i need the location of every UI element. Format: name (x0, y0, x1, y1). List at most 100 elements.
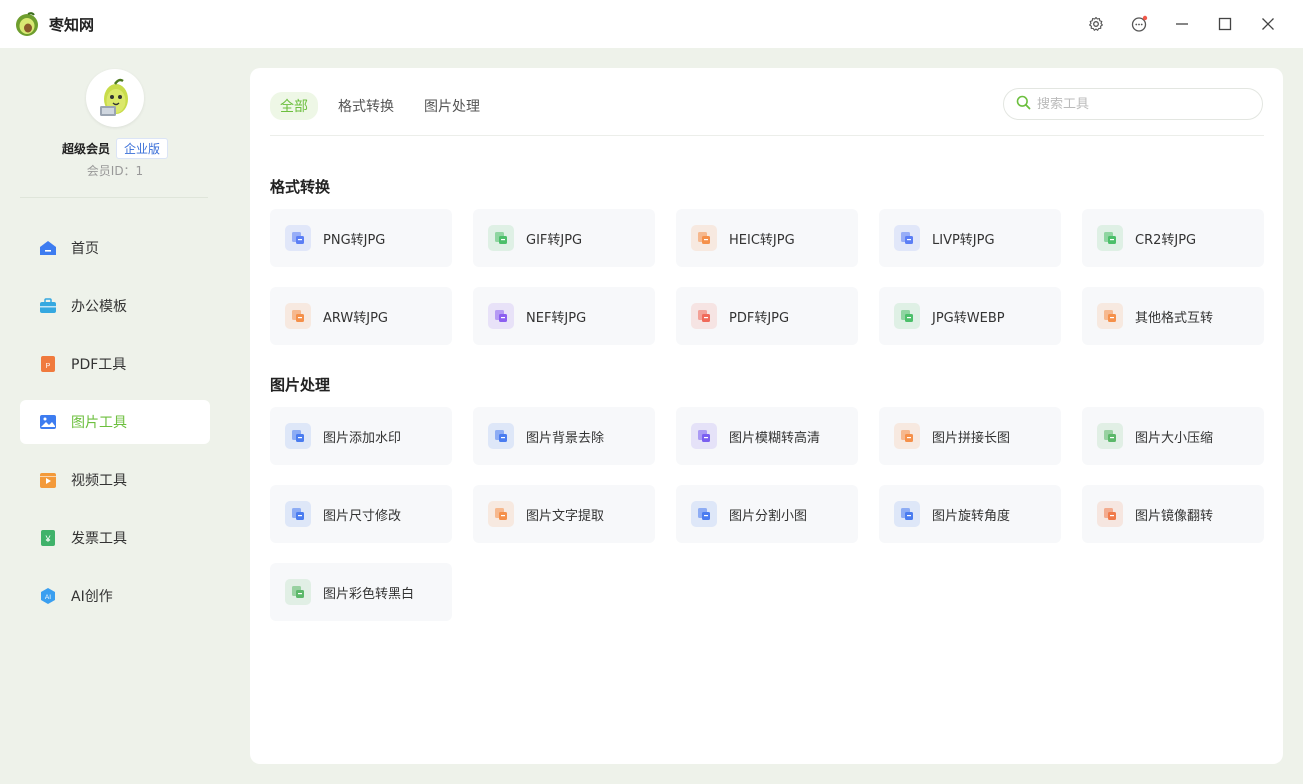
svg-text:AI: AI (45, 594, 51, 601)
tabs-divider (270, 135, 1264, 136)
tool-card-resize[interactable]: 图片尺寸修改 (270, 485, 452, 543)
tool-card-arw-to-jpg[interactable]: ARW转JPG (270, 287, 452, 345)
tool-card-compress[interactable]: 图片大小压缩 (1082, 407, 1264, 465)
invoice-icon: ¥ (38, 528, 58, 548)
video-icon (38, 470, 58, 490)
compress-icon (1097, 423, 1123, 449)
image-icon (38, 412, 58, 432)
rotate-icon (894, 501, 920, 527)
tool-card-heic-to-jpg[interactable]: HEIC转JPG (676, 209, 858, 267)
tool-card-rotate[interactable]: 图片旋转角度 (879, 485, 1061, 543)
enhance-icon (691, 423, 717, 449)
tool-card-label: 图片背景去除 (526, 430, 605, 446)
tool-card-label: ARW转JPG (323, 310, 389, 326)
message-icon[interactable] (1125, 10, 1153, 38)
tool-card-label: 图片分割小图 (729, 508, 808, 524)
tool-card-label: CR2转JPG (1135, 232, 1197, 248)
main-panel: 全部 格式转换 图片处理 格式转换 PNG转JPG GIF转JPG HEIC转JPG… (250, 68, 1283, 764)
tool-card-label: PNG转JPG (323, 232, 386, 248)
png-to-jpg-icon (285, 225, 311, 251)
ai-icon: AI (38, 586, 58, 606)
sidebar: 超级会员 企业版 会员ID：1 首页办公模板 P PDF工具图片工具视频工具 ¥ 发票工… (0, 48, 230, 784)
tool-card-ocr[interactable]: 图片文字提取 (473, 485, 655, 543)
minimize-icon[interactable] (1168, 10, 1196, 38)
remove-background-icon (488, 423, 514, 449)
member-info: 超级会员 企业版 (0, 138, 230, 159)
tool-card-nef-to-jpg[interactable]: NEF转JPG (473, 287, 655, 345)
tool-card-label: NEF转JPG (526, 310, 587, 326)
avatar[interactable] (86, 69, 144, 127)
resize-icon (285, 501, 311, 527)
tool-card-stitch[interactable]: 图片拼接长图 (879, 407, 1061, 465)
tab-image-process[interactable]: 图片处理 (414, 92, 490, 120)
heic-to-jpg-icon (691, 225, 717, 251)
tool-card-enhance[interactable]: 图片模糊转高清 (676, 407, 858, 465)
tool-card-label: 图片镜像翻转 (1135, 508, 1214, 524)
tool-card-watermark[interactable]: 图片添加水印 (270, 407, 452, 465)
sidebar-item-ai[interactable]: AI AI创作 (20, 574, 210, 618)
tool-card-jpg-to-webp[interactable]: JPG转WEBP (879, 287, 1061, 345)
svg-text:¥: ¥ (44, 534, 51, 544)
nef-to-jpg-icon (488, 303, 514, 329)
livp-to-jpg-icon (894, 225, 920, 251)
sidebar-item-pdf[interactable]: P PDF工具 (20, 342, 210, 386)
tool-card-livp-to-jpg[interactable]: LIVP转JPG (879, 209, 1061, 267)
tool-card-remove-background[interactable]: 图片背景去除 (473, 407, 655, 465)
section-title-image: 图片处理 (270, 376, 331, 394)
pdf-icon: P (38, 354, 58, 374)
pdf-to-jpg-icon (691, 303, 717, 329)
tab-format-convert[interactable]: 格式转换 (328, 92, 404, 120)
tool-card-gif-to-jpg[interactable]: GIF转JPG (473, 209, 655, 267)
tool-card-label: 图片旋转角度 (932, 508, 1011, 524)
mirror-icon (1097, 501, 1123, 527)
tool-card-mirror[interactable]: 图片镜像翻转 (1082, 485, 1264, 543)
jpg-to-webp-icon (894, 303, 920, 329)
tool-card-grayscale[interactable]: 图片彩色转黑白 (270, 563, 452, 621)
member-id: 会员ID：1 (86, 164, 144, 178)
format-convert-icon (1097, 303, 1123, 329)
home-icon (38, 238, 58, 258)
gear-icon[interactable] (1082, 10, 1110, 38)
tool-card-label: JPG转WEBP (932, 310, 1005, 326)
sidebar-item-label: AI创作 (71, 589, 113, 605)
maximize-icon[interactable] (1211, 10, 1239, 38)
close-icon[interactable] (1254, 10, 1282, 38)
sidebar-item-label: PDF工具 (71, 357, 127, 373)
sidebar-item-image[interactable]: 图片工具 (20, 400, 210, 444)
sidebar-item-label: 首页 (71, 241, 99, 257)
sidebar-item-video[interactable]: 视频工具 (20, 458, 210, 502)
tool-card-format-convert[interactable]: 其他格式互转 (1082, 287, 1264, 345)
tab-bar: 全部 格式转换 图片处理 (270, 92, 500, 120)
tool-card-label: 图片模糊转高清 (729, 430, 821, 446)
search-input[interactable] (1037, 96, 1247, 112)
ocr-icon (488, 501, 514, 527)
sidebar-divider (20, 197, 208, 198)
tool-card-label: 图片拼接长图 (932, 430, 1011, 446)
sidebar-item-label: 视频工具 (71, 473, 127, 489)
tool-card-split[interactable]: 图片分割小图 (676, 485, 858, 543)
tool-card-pdf-to-jpg[interactable]: PDF转JPG (676, 287, 858, 345)
tool-card-label: GIF转JPG (526, 232, 583, 248)
tool-card-cr2-to-jpg[interactable]: CR2转JPG (1082, 209, 1264, 267)
sidebar-item-label: 办公模板 (71, 299, 127, 315)
title-bar: 枣知网 (0, 0, 1303, 48)
tab-all[interactable]: 全部 (270, 92, 318, 120)
image-tools-grid: 图片添加水印 图片背景去除 图片模糊转高清 图片拼接长图 图片大小压缩图片尺寸修改 图片文… (270, 407, 1264, 621)
sidebar-item-briefcase[interactable]: 办公模板 (20, 284, 210, 328)
tool-card-png-to-jpg[interactable]: PNG转JPG (270, 209, 452, 267)
cr2-to-jpg-icon (1097, 225, 1123, 251)
format-tools-grid: PNG转JPG GIF转JPG HEIC转JPG LIVP转JPG CR2转JPG ARW… (270, 209, 1264, 345)
member-name: 超级会员 (61, 142, 110, 156)
tool-card-label: 其他格式互转 (1135, 310, 1214, 326)
tool-card-label: 图片尺寸修改 (323, 508, 402, 524)
tool-card-label: 图片大小压缩 (1135, 430, 1214, 446)
sidebar-item-invoice[interactable]: ¥ 发票工具 (20, 516, 210, 560)
search-icon (1016, 95, 1031, 114)
split-icon (691, 501, 717, 527)
search-box[interactable] (1003, 88, 1263, 120)
gif-to-jpg-icon (488, 225, 514, 251)
tool-card-label: LIVP转JPG (932, 232, 995, 248)
member-badge: 企业版 (116, 138, 169, 159)
svg-text:P: P (46, 363, 51, 370)
sidebar-item-home[interactable]: 首页 (20, 226, 210, 270)
